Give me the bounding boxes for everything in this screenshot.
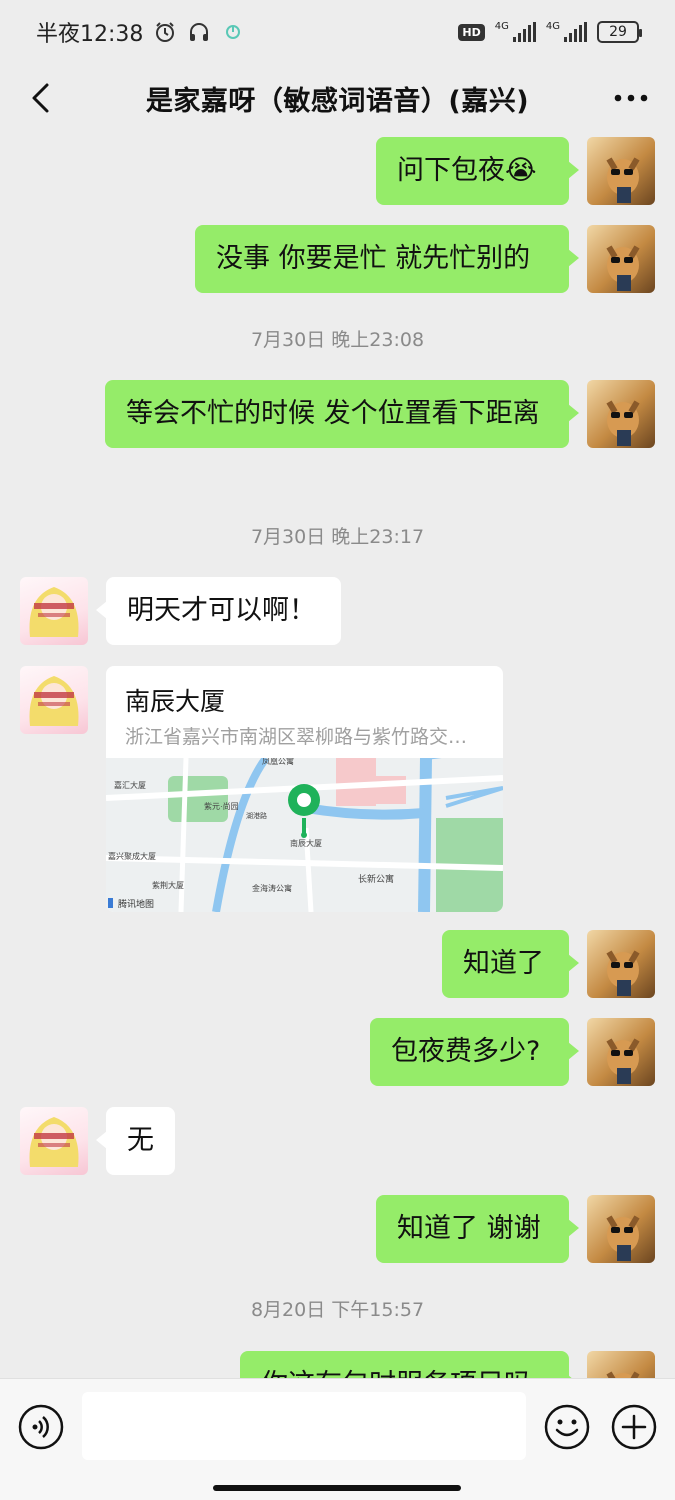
- alarm-icon: [153, 20, 177, 44]
- my-avatar[interactable]: [587, 137, 655, 205]
- voice-icon: [18, 1404, 64, 1450]
- map-label: 紫荆大厦: [152, 880, 184, 890]
- message-text: 知道了: [463, 948, 544, 979]
- contact-avatar[interactable]: [20, 577, 88, 645]
- message-text: 等会不忙的时候 发个位置看下距离: [126, 398, 540, 429]
- message-bubble-me[interactable]: 等会不忙的时候 发个位置看下距离: [105, 380, 579, 448]
- message-bubble-me[interactable]: 知道了 谢谢: [376, 1195, 579, 1263]
- location-address: 浙江省嘉兴市南湖区翠柳路与紫竹路交…: [125, 726, 468, 748]
- my-avatar[interactable]: [587, 1018, 655, 1086]
- dog-avatar-icon: [606, 1371, 640, 1378]
- dog-avatar-icon: [606, 1038, 640, 1084]
- dog-avatar-icon: [606, 1215, 640, 1261]
- network-label-1: 4G: [494, 21, 509, 32]
- message-text: 无: [127, 1125, 154, 1156]
- my-avatar[interactable]: [587, 930, 655, 998]
- anime-girl-avatar-icon: [29, 587, 79, 637]
- message-bubble-me[interactable]: 问下包夜😭: [376, 137, 579, 205]
- map-label: 凤凰公寓: [262, 758, 294, 766]
- status-time: 半夜12:38: [36, 22, 144, 47]
- status-bar: 半夜12:38 HD 4G 4G 29: [0, 0, 675, 64]
- map-logo-icon: [108, 898, 113, 908]
- map-label: 嘉汇大厦: [114, 780, 146, 790]
- message-bubble-me[interactable]: 知道了: [442, 930, 579, 998]
- back-button[interactable]: [18, 76, 62, 120]
- network-label-2: 4G: [545, 21, 560, 32]
- message-input[interactable]: [82, 1392, 526, 1460]
- dog-avatar-icon: [606, 950, 640, 996]
- power-saving-icon: [221, 20, 245, 44]
- message-text: 知道了 谢谢: [397, 1213, 541, 1244]
- chat-title: 是家嘉呀（敏感词语音）(嘉兴): [145, 85, 530, 117]
- signal-icon: [512, 22, 536, 42]
- home-indicator[interactable]: [213, 1485, 461, 1491]
- message-text: 没事 你要是忙 就先忙别的: [216, 243, 531, 274]
- message-text: 问下包夜😭: [397, 155, 537, 186]
- location-card[interactable]: 南辰大厦 浙江省嘉兴市南湖区翠柳路与紫竹路交… 嘉汇大厦 紫元·尚园 湖港路 嘉…: [106, 666, 503, 912]
- contact-avatar[interactable]: [20, 1107, 88, 1175]
- more-dots-icon: [614, 94, 648, 102]
- emoji-button[interactable]: [544, 1404, 590, 1450]
- message-bubble-them[interactable]: 无: [96, 1107, 175, 1175]
- status-right: HD 4G 4G 29: [458, 21, 642, 43]
- more-options-button[interactable]: [609, 76, 653, 120]
- plus-icon: [611, 1404, 657, 1450]
- dog-avatar-icon: [606, 157, 640, 203]
- map-watermark: 腾讯地图: [118, 898, 154, 909]
- map-label: 金海涛公寓: [252, 883, 292, 893]
- input-bar: [0, 1378, 675, 1500]
- my-avatar[interactable]: [587, 1351, 655, 1378]
- my-avatar[interactable]: [587, 380, 655, 448]
- message-text: 你这有包时服务项目吗: [261, 1369, 531, 1378]
- chat-header: 是家嘉呀（敏感词语音）(嘉兴): [0, 64, 675, 132]
- map-label: 紫元·尚园: [204, 801, 239, 811]
- battery-level: 29: [609, 24, 627, 40]
- contact-avatar[interactable]: [20, 666, 88, 734]
- message-bubble-me[interactable]: 没事 你要是忙 就先忙别的: [195, 225, 579, 293]
- my-avatar[interactable]: [587, 225, 655, 293]
- map-preview: 嘉汇大厦 紫元·尚园 湖港路 嘉兴聚成大厦 紫荆大厦 金海涛公寓 南辰大厦 长新…: [106, 758, 503, 912]
- dog-avatar-icon: [606, 400, 640, 446]
- voice-button[interactable]: [18, 1404, 64, 1450]
- my-avatar[interactable]: [587, 1195, 655, 1263]
- message-text: 明天才可以啊！: [127, 595, 316, 626]
- location-name: 南辰大厦: [125, 687, 226, 716]
- map-label: 嘉兴聚成大厦: [108, 851, 156, 861]
- battery-icon: 29: [597, 21, 642, 43]
- timestamp: 8月20日 下午15:57: [250, 1299, 425, 1321]
- chat-area[interactable]: 问下包夜😭 没事 你要是忙 就先忙别的 7月30日 晚上23:08 等会不忙的时…: [0, 132, 675, 1378]
- chevron-left-icon: [32, 83, 49, 113]
- map-label: 湖港路: [246, 811, 267, 820]
- timestamp: 7月30日 晚上23:17: [250, 526, 425, 548]
- more-features-button[interactable]: [611, 1404, 657, 1450]
- headphones-icon: [187, 20, 211, 44]
- signal-icon: [564, 22, 587, 42]
- anime-girl-avatar-icon: [29, 676, 79, 726]
- message-bubble-me[interactable]: 你这有包时服务项目吗: [240, 1351, 579, 1378]
- timestamp: 7月30日 晚上23:08: [250, 329, 425, 351]
- message-bubble-me[interactable]: 包夜费多少?: [370, 1018, 579, 1086]
- dog-avatar-icon: [606, 245, 640, 291]
- message-bubble-them[interactable]: 明天才可以啊！: [96, 577, 341, 645]
- map-label: 长新公寓: [358, 873, 394, 884]
- message-text: 包夜费多少?: [391, 1036, 541, 1067]
- anime-girl-avatar-icon: [29, 1117, 79, 1167]
- status-left: 半夜12:38: [36, 16, 245, 48]
- map-label: 南辰大厦: [290, 838, 322, 848]
- smiley-icon: [544, 1404, 590, 1450]
- hd-badge: HD: [458, 23, 485, 41]
